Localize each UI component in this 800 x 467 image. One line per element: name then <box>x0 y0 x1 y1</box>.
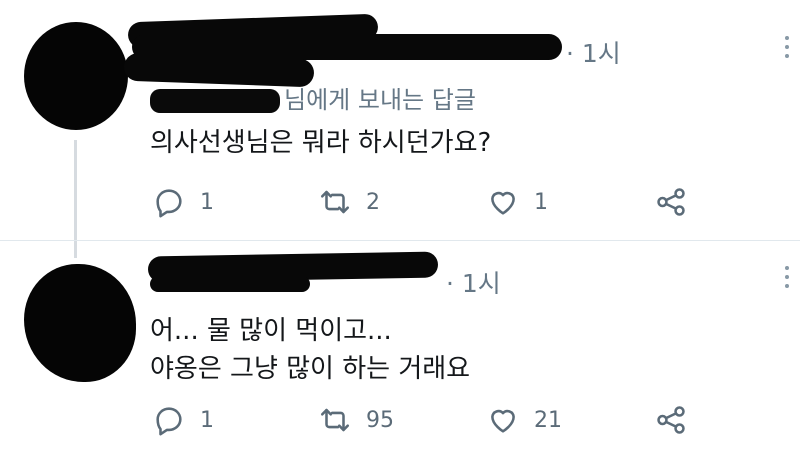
tweet-text-line: 어... 물 많이 먹이고... <box>150 316 392 346</box>
reply-context-label: 님에게 보내는 답글 <box>284 86 476 114</box>
tweet-actions: 1 95 21 <box>150 400 710 440</box>
tweet-actions: 1 2 1 <box>150 182 710 222</box>
heart-icon <box>491 409 515 433</box>
tweet-text: 어... 물 많이 먹이고... 야옹은 그냥 많이 하는 거래요 <box>150 312 470 388</box>
reply-count: 1 <box>200 189 214 215</box>
tweet[interactable]: · 1시 어... 물 많이 먹이고... 야옹은 그냥 많이 하는 거래요 1… <box>0 240 800 467</box>
share-icon <box>657 188 685 216</box>
tweet-text-line: 야옹은 그냥 많이 하는 거래요 <box>150 354 471 384</box>
retweet-button[interactable]: 2 <box>318 182 380 222</box>
like-count: 1 <box>534 189 548 215</box>
retweet-button[interactable]: 95 <box>318 400 394 440</box>
reply-context: 님에게 보내는 답글 <box>150 80 476 115</box>
like-button[interactable]: 21 <box>486 400 562 440</box>
tweet[interactable]: · 1시 님에게 보내는 답글 의사선생님은 뭐라 하시던가요? 1 2 1 <box>0 0 800 258</box>
reply-button[interactable]: 1 <box>152 400 214 440</box>
retweet-count: 95 <box>366 407 394 433</box>
redacted-mention <box>150 89 280 113</box>
avatar[interactable] <box>24 22 128 130</box>
reply-icon <box>156 189 182 218</box>
like-button[interactable]: 1 <box>486 182 548 222</box>
reply-button[interactable]: 1 <box>152 182 214 222</box>
timestamp[interactable]: · 1시 <box>446 264 501 300</box>
more-options-icon[interactable] <box>784 266 790 293</box>
retweet-icon <box>320 190 350 214</box>
share-button[interactable] <box>654 182 688 222</box>
retweet-count: 2 <box>366 189 380 215</box>
share-icon <box>657 406 685 434</box>
tweet-text: 의사선생님은 뭐라 하시던가요? <box>150 128 492 158</box>
share-button[interactable] <box>654 400 688 440</box>
like-count: 21 <box>534 407 562 433</box>
retweet-icon <box>320 408 350 432</box>
heart-icon <box>491 191 515 215</box>
reply-icon <box>156 407 182 436</box>
timestamp[interactable]: · 1시 <box>566 34 621 70</box>
reply-count: 1 <box>200 407 214 433</box>
redacted-handle <box>150 276 310 292</box>
avatar[interactable] <box>24 264 136 382</box>
more-options-icon[interactable] <box>784 36 790 63</box>
